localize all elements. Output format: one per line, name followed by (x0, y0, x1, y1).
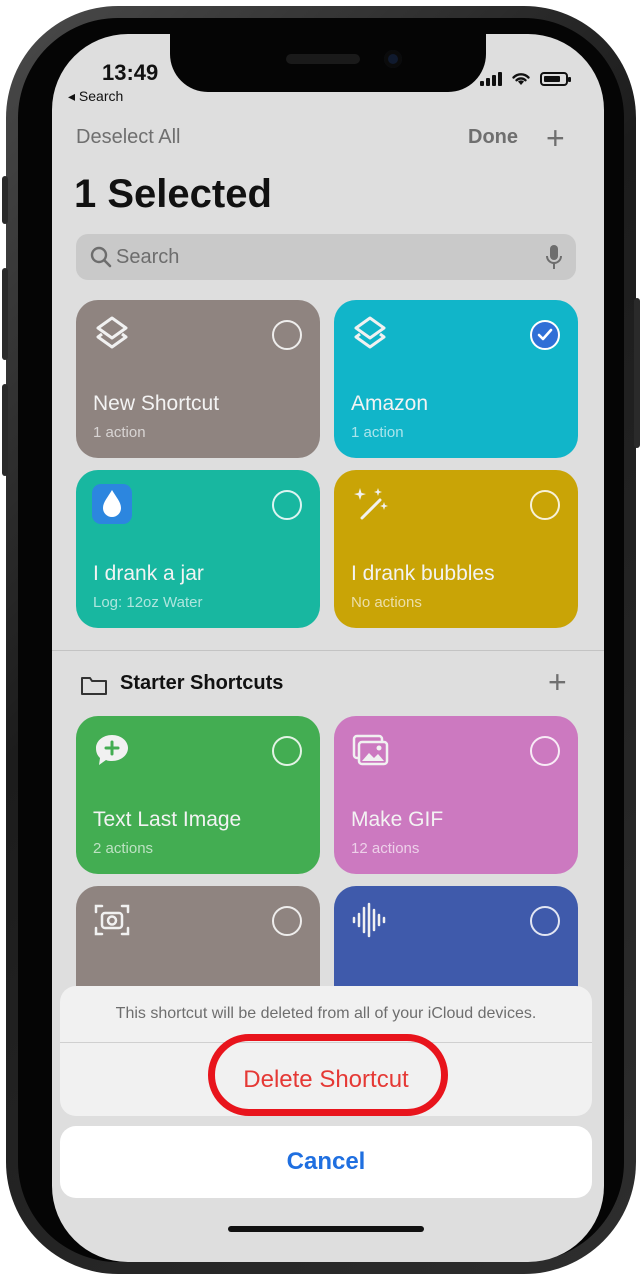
cellular-signal-icon (480, 72, 502, 86)
speaker (286, 54, 360, 64)
shortcut-card[interactable]: I drank a jar Log: 12oz Water (76, 470, 320, 628)
highlight-ring (208, 1034, 448, 1116)
shortcut-subtitle: 1 action (351, 424, 404, 441)
volume-up-button (2, 268, 8, 360)
starter-shortcut-card[interactable]: Make GIF 12 actions (334, 716, 578, 874)
back-to-search-link[interactable]: ◂ Search (68, 88, 123, 105)
starter-shortcut-card[interactable]: Text Last Image 2 actions (76, 716, 320, 874)
page-title: 1 Selected (74, 172, 272, 216)
shortcut-name: Amazon (351, 392, 429, 415)
status-indicators (480, 70, 571, 86)
navigation-bar: Deselect All Done + (52, 120, 604, 162)
screen: 13:49 ◂ Search Deselect All Done + 1 Sel… (52, 34, 604, 1262)
checkmark-icon (537, 328, 553, 341)
shortcut-name: I drank a jar (93, 562, 204, 585)
search-icon (90, 246, 112, 268)
selection-checkbox[interactable] (272, 906, 302, 936)
side-button (634, 298, 640, 448)
starter-shortcuts-header: Starter Shortcuts + (76, 664, 586, 700)
front-camera (384, 50, 402, 68)
shortcut-card[interactable]: New Shortcut 1 action (76, 300, 320, 458)
layers-icon (354, 316, 386, 349)
selection-checkbox[interactable] (530, 736, 560, 766)
deselect-all-button[interactable]: Deselect All (76, 126, 181, 149)
notch (170, 34, 486, 92)
shortcut-card[interactable]: I drank bubbles No actions (334, 470, 578, 628)
shortcut-card[interactable]: Amazon 1 action (334, 300, 578, 458)
selection-checkbox[interactable] (530, 490, 560, 520)
shortcut-subtitle: No actions (351, 594, 422, 611)
shortcut-name: Make GIF (351, 808, 444, 831)
selection-checkbox[interactable] (530, 906, 560, 936)
folder-icon (81, 677, 107, 695)
selection-checkbox-checked[interactable] (530, 320, 560, 350)
search-placeholder: Search (116, 246, 180, 268)
shortcut-name: I drank bubbles (351, 562, 495, 585)
done-button[interactable]: Done (468, 126, 518, 149)
status-time: 13:49 (102, 60, 159, 85)
magic-wand-icon (354, 488, 388, 520)
wifi-icon (512, 73, 530, 85)
selection-checkbox[interactable] (272, 490, 302, 520)
add-starter-shortcut-button[interactable]: + (548, 664, 567, 701)
waveform-icon (352, 902, 386, 938)
camera-scan-icon (94, 904, 130, 936)
home-indicator[interactable] (228, 1226, 424, 1232)
microphone-icon[interactable] (544, 243, 564, 271)
section-divider (52, 650, 604, 651)
layers-icon (96, 316, 128, 349)
mute-switch (2, 176, 8, 224)
message-plus-icon (96, 735, 128, 765)
shortcut-name: New Shortcut (93, 392, 220, 415)
search-field[interactable]: Search (76, 234, 576, 280)
selection-checkbox[interactable] (272, 736, 302, 766)
volume-down-button (2, 384, 8, 476)
shortcut-subtitle: Log: 12oz Water (93, 594, 203, 611)
shortcut-subtitle: 12 actions (351, 840, 420, 857)
shortcut-subtitle: 2 actions (93, 840, 154, 857)
shortcut-subtitle: 1 action (93, 424, 146, 441)
section-title: Starter Shortcuts (120, 672, 284, 694)
shortcut-name: Text Last Image (93, 808, 242, 831)
cancel-button[interactable]: Cancel (60, 1126, 592, 1198)
selection-checkbox[interactable] (272, 320, 302, 350)
phone-frame: 13:49 ◂ Search Deselect All Done + 1 Sel… (2, 6, 640, 1274)
photos-icon (352, 734, 389, 766)
battery-icon (540, 72, 571, 86)
water-drop-icon (92, 484, 132, 524)
add-shortcut-button[interactable]: + (546, 120, 565, 157)
